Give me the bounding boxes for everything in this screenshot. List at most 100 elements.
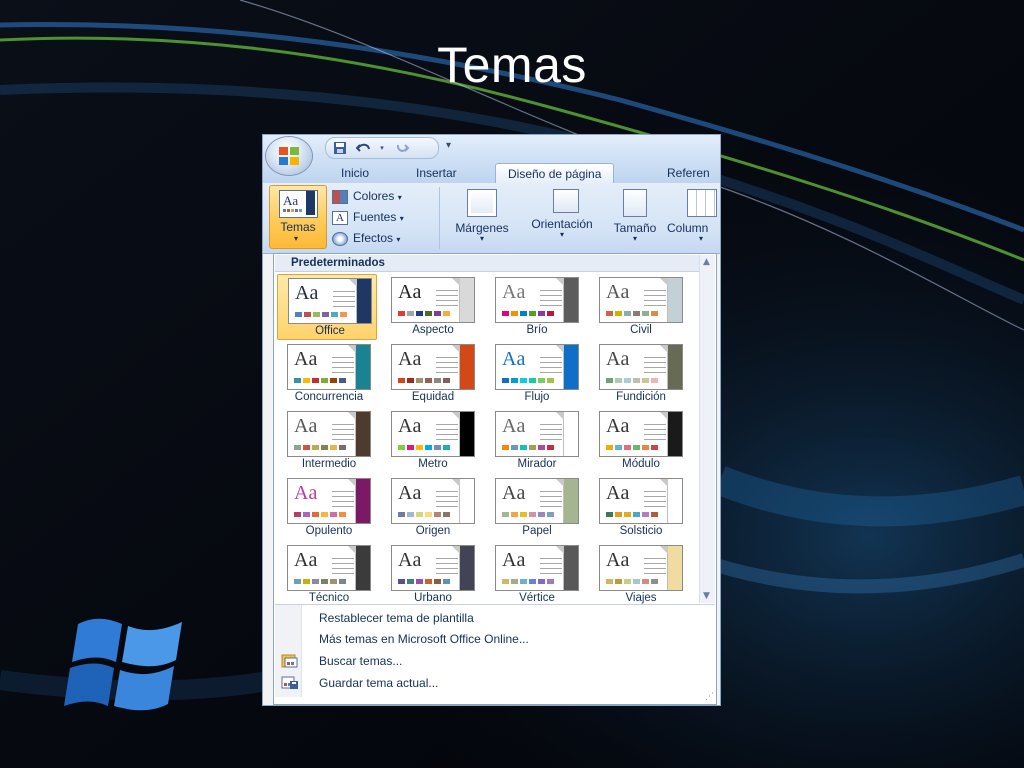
fuentes-label: Fuentes <box>353 210 397 224</box>
text-line <box>332 357 354 358</box>
theme-brio[interactable]: Aa Brío <box>485 274 585 340</box>
color-swatch <box>606 311 613 316</box>
color-swatch <box>520 445 527 450</box>
group-separator <box>439 187 440 249</box>
text-line <box>333 306 355 307</box>
temas-button[interactable]: Aa Temas ▾ <box>269 185 327 249</box>
color-swatch <box>633 445 640 450</box>
gallery-scrollbar[interactable]: ▲ ▼ <box>699 255 715 603</box>
color-swatch <box>407 311 414 316</box>
color-swatch <box>304 312 311 317</box>
text-line <box>540 362 562 363</box>
tamano-button[interactable]: Tamaño ▾ <box>607 187 663 249</box>
text-line <box>644 496 666 497</box>
theme-thumbnail: Aa <box>287 545 371 591</box>
color-swatch <box>502 512 509 517</box>
customize-qat-icon[interactable]: ▾ <box>446 140 451 151</box>
text-line <box>540 491 562 492</box>
text-line <box>644 362 666 363</box>
theme-civil[interactable]: Aa Civil <box>589 274 689 340</box>
color-swatch <box>321 378 328 383</box>
theme-urbano[interactable]: Aa Urbano <box>381 542 481 608</box>
color-swatch <box>398 512 405 517</box>
color-swatch <box>529 579 536 584</box>
color-swatch <box>331 312 338 317</box>
save-icon[interactable] <box>332 141 348 155</box>
text-line <box>332 424 354 425</box>
theme-font-sample: Aa <box>398 348 422 370</box>
resize-grip-icon[interactable]: ⋰ <box>705 692 714 702</box>
theme-accent-bar <box>563 546 578 590</box>
margins-icon <box>467 189 497 217</box>
theme-metro[interactable]: Aa Metro <box>381 408 481 474</box>
theme-modulo[interactable]: Aa Módulo <box>589 408 689 474</box>
theme-font-sample: Aa <box>606 348 630 370</box>
theme-gallery: Aa Office Aa Aspecto Aa Brío Aa Civil Aa Concurre… <box>277 274 699 604</box>
theme-papel[interactable]: Aa Papel <box>485 475 585 541</box>
color-swatch <box>615 378 622 383</box>
color-swatch <box>633 378 640 383</box>
color-swatch <box>312 512 319 517</box>
text-line <box>644 506 666 507</box>
page-fold <box>556 278 564 286</box>
theme-tecnico[interactable]: Aa Técnico <box>277 542 377 608</box>
ribbon: Aa Temas ▾ Colores ▾ A Fuentes ▾ Efectos … <box>263 183 720 254</box>
theme-intermedio[interactable]: Aa Intermedio <box>277 408 377 474</box>
efectos-button[interactable]: Efectos ▾ <box>332 229 400 247</box>
color-swatch <box>294 579 301 584</box>
theme-font-sample: Aa <box>398 281 422 303</box>
columnas-button[interactable]: Column ▾ <box>667 187 720 249</box>
theme-thumbnail: Aa <box>495 344 579 390</box>
theme-viajes[interactable]: Aa Viajes <box>589 542 689 608</box>
text-line <box>540 439 562 440</box>
undo-dropdown-icon[interactable]: ▾ <box>374 141 390 155</box>
office-button[interactable] <box>266 137 312 175</box>
restablecer-tema-item[interactable]: Restablecer tema de plantilla <box>319 608 474 628</box>
tab-insertar[interactable]: Insertar <box>416 163 457 183</box>
theme-flujo[interactable]: Aa Flujo <box>485 341 585 407</box>
margenes-button[interactable]: Márgenes ▾ <box>447 187 517 249</box>
tab-referencias[interactable]: Referen <box>667 163 710 183</box>
theme-accent-bar <box>667 278 682 322</box>
theme-aspecto[interactable]: Aa Aspecto <box>381 274 481 340</box>
theme-solsticio[interactable]: Aa Solsticio <box>589 475 689 541</box>
theme-concurrencia[interactable]: Aa Concurrencia <box>277 341 377 407</box>
size-icon <box>623 189 647 217</box>
theme-equidad[interactable]: Aa Equidad <box>381 341 481 407</box>
theme-vertice[interactable]: Aa Vértice <box>485 542 585 608</box>
color-swatch <box>547 512 554 517</box>
word-window: ▾ ▾ Inicio Insertar Diseño de página Ref… <box>262 134 721 706</box>
theme-accent-bar <box>355 412 370 456</box>
theme-name: Opulento <box>305 525 353 537</box>
buscar-temas-item[interactable]: Buscar temas... <box>319 651 402 671</box>
text-line <box>333 296 355 297</box>
redo-icon[interactable] <box>394 141 410 155</box>
color-swatch <box>615 579 622 584</box>
tab-diseno-de-pagina[interactable]: Diseño de página <box>495 163 615 184</box>
undo-icon[interactable] <box>355 141 372 155</box>
color-swatch <box>520 579 527 584</box>
scroll-up-icon[interactable]: ▲ <box>703 257 710 267</box>
theme-name: Urbano <box>414 592 452 604</box>
color-swatch <box>547 311 554 316</box>
theme-origen[interactable]: Aa Origen <box>381 475 481 541</box>
colores-button[interactable]: Colores ▾ <box>332 187 402 205</box>
fuentes-button[interactable]: A Fuentes ▾ <box>332 208 404 226</box>
theme-office[interactable]: Aa Office <box>277 274 377 340</box>
theme-thumbnail: Aa <box>391 545 475 591</box>
text-line <box>644 434 666 435</box>
orientacion-button[interactable]: Orientación ▾ <box>519 187 605 249</box>
text-line <box>436 496 458 497</box>
theme-opulento[interactable]: Aa Opulento <box>277 475 377 541</box>
mas-temas-online-item[interactable]: Más temas en Microsoft Office Online... <box>319 629 529 649</box>
tab-inicio[interactable]: Inicio <box>341 163 369 183</box>
text-line <box>436 362 458 363</box>
theme-fundicion[interactable]: Aa Fundición <box>589 341 689 407</box>
color-swatch <box>529 378 536 383</box>
color-swatch <box>416 378 423 383</box>
scroll-down-icon[interactable]: ▼ <box>703 591 710 601</box>
color-swatch <box>642 311 649 316</box>
guardar-tema-item[interactable]: Guardar tema actual... <box>319 673 438 693</box>
theme-name: Viajes <box>625 592 657 604</box>
theme-mirador[interactable]: Aa Mirador <box>485 408 585 474</box>
